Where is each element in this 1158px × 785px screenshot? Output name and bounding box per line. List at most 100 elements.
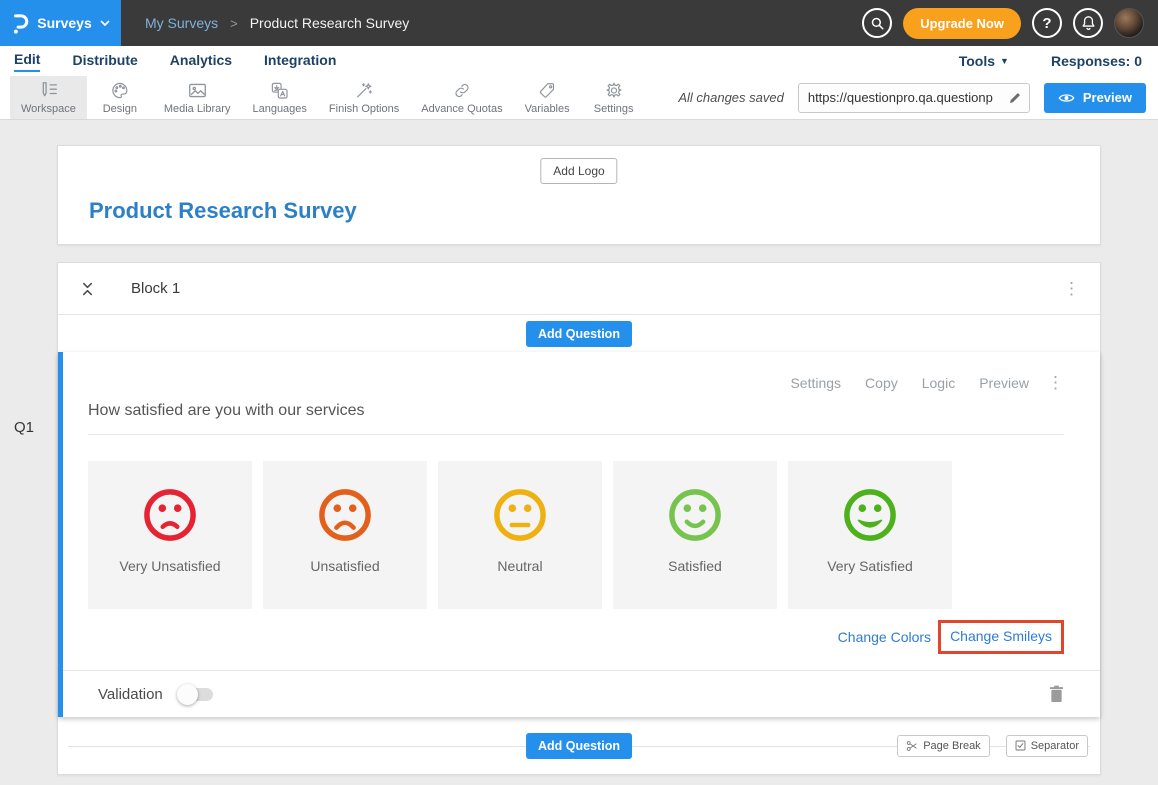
avatar[interactable] [1114, 8, 1144, 38]
collapse-icon[interactable] [80, 281, 95, 297]
smiley-options-links: Change Colors Change Smileys [88, 620, 1064, 654]
validation-row: Validation [63, 670, 1100, 717]
translate-icon [269, 81, 290, 100]
toolbar-item-label: Settings [594, 103, 634, 115]
survey-nav: Edit Distribute Analytics Integration To… [0, 46, 1158, 76]
toolbar-item-workspace[interactable]: Workspace [10, 76, 87, 119]
question-card: Settings Copy Logic Preview ⋮ How satisf… [58, 352, 1100, 717]
toolbar-item-design[interactable]: Design [87, 76, 153, 119]
scissors-icon [906, 740, 918, 752]
surveys-menu[interactable]: Surveys [0, 0, 121, 46]
tab-integration[interactable]: Integration [264, 52, 336, 71]
toolbar-item-label: Workspace [21, 103, 76, 115]
option-neutral[interactable]: Neutral [438, 461, 602, 609]
subnav-right: Tools ▼ Responses: 0 [959, 53, 1142, 69]
question-copy-link[interactable]: Copy [865, 375, 898, 391]
smiley-satisfied-icon [666, 461, 724, 544]
wand-icon [354, 81, 374, 100]
smiley-very-satisfied-icon [841, 461, 899, 544]
topbar-actions: Upgrade Now ? [862, 8, 1144, 39]
smiley-very-unsatisfied-icon [141, 461, 199, 544]
option-very-unsatisfied[interactable]: Very Unsatisfied [88, 461, 252, 609]
toolbar-item-label: Languages [252, 103, 306, 115]
toolbar-item-settings[interactable]: Settings [581, 76, 647, 119]
survey-canvas: Add Logo Product Research Survey Q1 Bloc… [0, 120, 1158, 785]
toolbar-item-languages[interactable]: Languages [241, 76, 317, 119]
add-question-button-top[interactable]: Add Question [526, 321, 632, 347]
trash-icon[interactable] [1049, 685, 1064, 703]
chevron-down-icon [100, 20, 110, 26]
top-bar: Surveys My Surveys > Product Research Su… [0, 0, 1158, 46]
bell-icon [1081, 15, 1096, 31]
tools-label: Tools [959, 53, 995, 69]
question-mark-icon: ? [1042, 15, 1051, 32]
chain-icon [452, 81, 472, 100]
breadcrumb-my-surveys[interactable]: My Surveys [145, 15, 218, 31]
separator-button[interactable]: Separator [1006, 735, 1088, 757]
smiley-neutral-icon [491, 461, 549, 544]
question-kebab-menu-icon[interactable]: ⋮ [1047, 374, 1064, 391]
survey-title[interactable]: Product Research Survey [89, 198, 357, 224]
toolbar-item-finish-options[interactable]: Finish Options [318, 76, 410, 119]
notifications-button[interactable] [1073, 8, 1103, 38]
option-very-satisfied[interactable]: Very Satisfied [788, 461, 952, 609]
question-preview-link[interactable]: Preview [979, 375, 1029, 391]
workspace-icon [38, 81, 59, 100]
change-colors-link[interactable]: Change Colors [838, 629, 931, 645]
chevron-down-icon: ▼ [1000, 56, 1009, 66]
option-satisfied[interactable]: Satisfied [613, 461, 777, 609]
checkbox-icon [1015, 740, 1026, 751]
smiley-unsatisfied-icon [316, 461, 374, 544]
toolbar-item-variables[interactable]: Variables [514, 76, 581, 119]
validation-label: Validation [98, 686, 163, 703]
option-unsatisfied[interactable]: Unsatisfied [263, 461, 427, 609]
preview-label: Preview [1083, 90, 1132, 105]
validation-toggle[interactable] [179, 688, 213, 701]
preview-button[interactable]: Preview [1044, 83, 1146, 113]
question-text-underline [88, 434, 1064, 435]
tab-analytics[interactable]: Analytics [170, 52, 232, 71]
toolbar-item-label: Media Library [164, 103, 231, 115]
add-question-button-bottom[interactable]: Add Question [526, 733, 632, 759]
pencil-icon[interactable] [1008, 91, 1022, 105]
page-break-button[interactable]: Page Break [897, 735, 989, 757]
breadcrumb: My Surveys > Product Research Survey [145, 15, 409, 31]
toolbar-item-label: Advance Quotas [421, 103, 502, 115]
survey-url-input[interactable] [808, 90, 1008, 105]
page-break-label: Page Break [923, 740, 980, 752]
search-icon [870, 16, 885, 31]
save-status: All changes saved [678, 90, 784, 105]
question-settings-link[interactable]: Settings [790, 375, 841, 391]
help-button[interactable]: ? [1032, 8, 1062, 38]
toggle-knob [177, 684, 198, 705]
tab-edit[interactable]: Edit [14, 51, 40, 72]
gear-icon [604, 81, 624, 100]
question-text[interactable]: How satisfied are you with our services [88, 402, 1064, 420]
toolbar-item-label: Variables [525, 103, 570, 115]
toolbar-item-advance-quotas[interactable]: Advance Quotas [410, 76, 513, 119]
upgrade-now-button[interactable]: Upgrade Now [903, 8, 1021, 39]
editor-toolbar: Workspace Design Media Library Languages… [0, 76, 1158, 120]
option-label: Very Unsatisfied [119, 558, 220, 574]
option-label: Very Satisfied [827, 558, 913, 574]
search-button[interactable] [862, 8, 892, 38]
tools-menu[interactable]: Tools ▼ [959, 53, 1009, 69]
toolbar-item-label: Design [103, 103, 137, 115]
question-logic-link[interactable]: Logic [922, 375, 955, 391]
survey-url-field[interactable] [798, 83, 1030, 113]
responses-count[interactable]: Responses: 0 [1051, 53, 1142, 69]
toolbar-item-media-library[interactable]: Media Library [153, 76, 242, 119]
breadcrumb-separator: > [230, 16, 238, 31]
toolbar-item-label: Finish Options [329, 103, 399, 115]
block-title[interactable]: Block 1 [131, 280, 180, 297]
palette-icon [110, 81, 130, 100]
separator-label: Separator [1031, 740, 1079, 752]
add-logo-button[interactable]: Add Logo [540, 158, 617, 184]
add-question-row-bottom: Add Question Page Break Separator [58, 717, 1100, 774]
breadcrumb-current: Product Research Survey [250, 15, 410, 31]
block-header: Block 1 ⋮ [58, 263, 1100, 315]
change-smileys-link[interactable]: Change Smileys [950, 628, 1052, 644]
tab-distribute[interactable]: Distribute [72, 52, 137, 71]
block-kebab-menu-icon[interactable]: ⋮ [1063, 280, 1080, 297]
questionpro-logo-icon [11, 10, 29, 36]
